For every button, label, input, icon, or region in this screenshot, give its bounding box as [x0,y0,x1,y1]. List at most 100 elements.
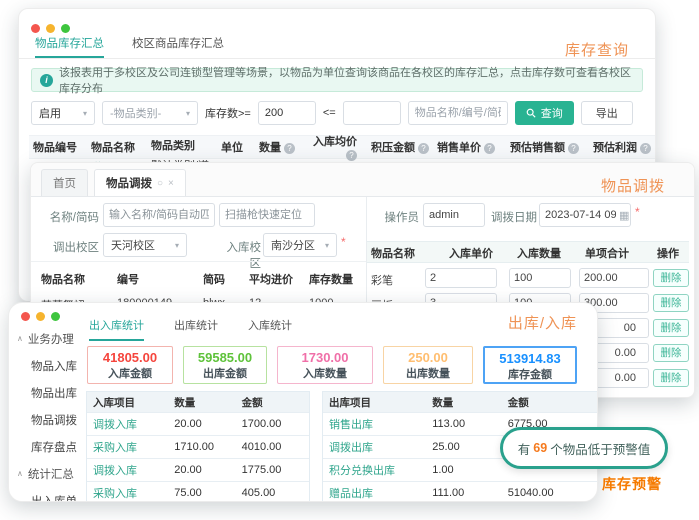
inventory-table-header: 物品编号 物品名称 物品类别 单位 数量? 入库均价? 积压金额? 销售单价? … [29,135,655,161]
col-header: 编号 [117,274,139,286]
low-stock-warning-callout: 有 69 个物品低于预警值 [500,427,668,469]
delete-button[interactable]: 删除 [653,294,689,312]
help-icon[interactable]: ? [568,143,579,154]
stats-tabbar: 出入库统计 出库统计 入库统计 [89,317,292,341]
stock-max-label: <= [322,107,336,119]
query-button[interactable]: 查询 [514,101,574,125]
sidebar-item-item-transfer[interactable]: 物品调拨 [9,406,87,433]
transfer-date-input[interactable] [539,203,631,227]
col-header: 简码 [203,274,225,286]
col-header: 单项合计 [585,248,629,260]
sidebar-item-item-in[interactable]: 物品入库 [9,352,87,379]
minimize-window-icon[interactable] [36,312,45,321]
inventory-query-label: 库存查询 [564,42,629,59]
item-transfer-label: 物品调拨 [600,178,665,195]
in-item-link[interactable]: 采购入库 [87,439,168,455]
col-header: 库存数量 [309,274,353,286]
col-header: 积压金额? [361,139,433,155]
stat-in-amount: 41805.00 入库金额 [87,346,173,384]
stock-warning-label: 库存预警 [602,476,662,492]
qty-input[interactable] [509,268,571,288]
status-select[interactable]: 启用 ▾ [31,101,95,125]
delete-button[interactable]: 删除 [653,344,689,362]
name-match-input[interactable] [103,203,215,227]
tab-out-stats[interactable]: 出库统计 [174,317,218,341]
help-icon[interactable]: ? [484,143,495,154]
out-item-link[interactable]: 销售出库 [323,416,426,432]
stock-min-input[interactable] [257,101,316,125]
maximize-window-icon[interactable] [61,24,70,33]
search-input[interactable] [407,101,508,125]
sidebar-item-item-out[interactable]: 物品出库 [9,379,87,406]
help-icon[interactable]: ? [346,150,357,161]
sidebar-item-stocktake[interactable]: 库存盘点 [9,433,87,460]
chevron-down-icon: ▾ [324,240,329,250]
col-header: 单位 [221,142,243,154]
transfer-tabbar: 首页 物品调拨 ○ × [31,163,694,197]
total-input[interactable] [579,268,649,288]
in-item-link[interactable]: 采购入库 [87,485,168,501]
scan-locate-input[interactable] [219,203,315,227]
col-header: 数量? [251,139,299,155]
tab-in-out-stats[interactable]: 出入库统计 [89,317,144,341]
out-item-link[interactable]: 调拨出库 [323,439,426,455]
export-button[interactable]: 导出 [580,101,633,125]
sidebar-group-stats[interactable]: ∧ 统计汇总 [9,460,87,487]
tab-in-stats[interactable]: 入库统计 [248,317,292,341]
close-tab-icon[interactable]: × [168,178,174,189]
tab-home[interactable]: 首页 [41,169,88,196]
delete-button[interactable]: 删除 [653,369,689,387]
help-icon[interactable]: ? [418,143,429,154]
inventory-tabbar: 物品库存汇总 校区商品库存汇总 [19,9,655,59]
sidebar-group-business[interactable]: ∧ 业务办理 [9,325,87,352]
sidebar-item-in-out-orders[interactable]: 出入库单 [9,487,87,502]
minimize-window-icon[interactable] [46,24,55,33]
table-row: 采购入库 1710.00 4010.00 [87,435,309,458]
table-header: 出库项目 数量 金额 [323,392,597,412]
help-icon[interactable]: ? [284,143,295,154]
tab-item-transfer[interactable]: 物品调拨 ○ × [94,169,186,196]
out-campus-select[interactable]: 天河校区 ▾ [103,233,187,257]
required-asterisk: * [635,205,640,219]
price-input[interactable] [425,268,497,288]
in-campus-select[interactable]: 南沙分区 ▾ [263,233,337,257]
tab-campus-stock-summary[interactable]: 校区商品库存汇总 [132,35,224,58]
delete-button[interactable]: 删除 [653,319,689,337]
calendar-icon[interactable]: ▦ [619,209,629,222]
in-out-stats-window: 出库/入库 ∧ 业务办理 物品入库 物品出库 物品调拨 库存盘点 ∧ 统计汇总 … [8,302,598,502]
out-campus-label: 调出校区 [53,242,99,254]
table-row: 调拨入库 20.00 1775.00 [87,458,309,481]
name-code-label: 名称/简码 [49,212,99,224]
in-campus-label: 入库校区 [226,242,262,270]
out-item-link[interactable]: 积分兑换出库 [323,462,426,478]
chevron-down-icon: ▾ [174,240,179,250]
search-icon [526,108,536,118]
maximize-window-icon[interactable] [51,312,60,321]
delete-button[interactable]: 删除 [653,269,689,287]
table-header: 入库项目 数量 金额 [87,392,309,412]
help-icon[interactable]: ? [640,143,651,154]
refresh-icon[interactable]: ○ [157,178,163,189]
notice-bar: i 该报表用于多校区及公司连锁型管理等场景，以物品为单位查询该商品在各校区的库存… [31,67,643,95]
category-select[interactable]: -物品类别- ▾ [102,101,198,125]
in-item-link[interactable]: 调拨入库 [87,416,168,432]
col-header: 物品名称 [41,274,85,286]
col-header: 入库均价? [313,136,357,161]
warning-count: 69 [533,441,548,455]
table-row: 调拨入库 20.00 1700.00 [87,412,309,435]
col-header: 入库数量 [517,248,561,260]
out-item-link[interactable]: 赠品出库 [323,485,426,501]
in-out-label: 出库/入库 [507,315,577,332]
required-asterisk: * [341,235,346,249]
stock-max-input[interactable] [342,101,401,125]
col-header: 入库单价 [449,248,493,260]
tab-item-stock-summary[interactable]: 物品库存汇总 [35,35,104,58]
close-window-icon[interactable] [21,312,30,321]
window-controls [31,24,70,33]
stock-min-label: 库存数>= [205,108,251,120]
close-window-icon[interactable] [31,24,40,33]
operator-input[interactable] [423,203,485,227]
chevron-down-icon: ▾ [82,108,87,118]
table-row: 采购入库 75.00 405.00 [87,481,309,501]
in-item-link[interactable]: 调拨入库 [87,462,168,478]
